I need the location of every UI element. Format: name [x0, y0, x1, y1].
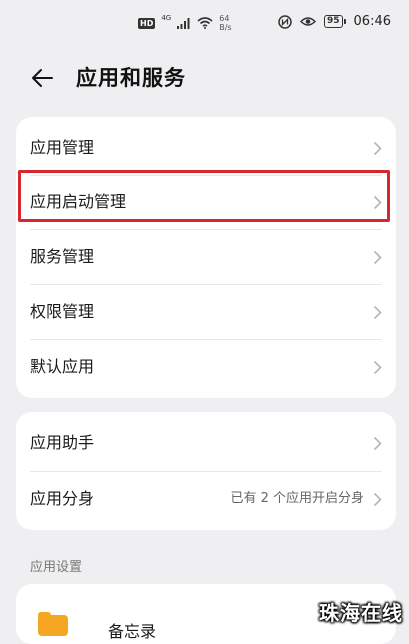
speed-unit: B/s: [219, 23, 232, 32]
chevron-right-icon: [373, 436, 382, 451]
menu-item-label: 应用管理: [30, 138, 95, 157]
menu-item-label: 权限管理: [30, 302, 95, 321]
battery-level: 95: [324, 15, 343, 28]
menu-item-app-assistant[interactable]: 应用助手: [16, 416, 396, 470]
back-arrow-icon[interactable]: [30, 66, 54, 90]
speed-value: 64: [219, 14, 230, 23]
watermark-text: 珠海在线: [319, 601, 403, 625]
menu-item-label: 应用助手: [30, 433, 95, 452]
menu-item-value: 已有 2 个应用开启分身: [230, 491, 364, 506]
wifi-icon: [197, 17, 213, 29]
status-right: 95 06:46: [278, 14, 391, 29]
chevron-right-icon: [373, 360, 382, 375]
chevron-right-icon: [373, 305, 382, 320]
app-list-item-label[interactable]: 备忘录: [108, 618, 156, 642]
menu-item-app-twin[interactable]: 应用分身 已有 2 个应用开启分身: [16, 472, 396, 526]
battery-icon: 95: [324, 15, 346, 28]
menu-item-app-launch-management[interactable]: 应用启动管理: [16, 175, 396, 229]
signal-icon: [177, 17, 190, 29]
notes-app-icon[interactable]: [38, 612, 68, 636]
menu-item-app-management[interactable]: 应用管理: [16, 121, 396, 175]
menu-item-label: 应用分身: [30, 489, 95, 508]
hd-badge: HD: [138, 17, 156, 29]
chevron-right-icon: [373, 141, 382, 156]
page-title: 应用和服务: [76, 66, 186, 90]
settings-group-apps: 应用管理 应用启动管理 服务管理 权限管理 默认应用: [16, 117, 396, 398]
chevron-right-icon: [373, 492, 382, 507]
menu-item-service-management[interactable]: 服务管理: [16, 230, 396, 284]
eye-icon: [300, 17, 316, 26]
menu-item-label: 服务管理: [30, 247, 95, 266]
menu-item-label: 默认应用: [30, 357, 95, 376]
chevron-right-icon: [373, 250, 382, 265]
page-header: 应用和服务: [0, 56, 409, 100]
network-speed: 64 B/s: [219, 14, 231, 32]
menu-item-permission-management[interactable]: 权限管理: [16, 285, 396, 339]
menu-item-default-apps[interactable]: 默认应用: [16, 340, 396, 394]
settings-group-assist: 应用助手 应用分身 已有 2 个应用开启分身: [16, 412, 396, 530]
section-header: 应用设置: [30, 560, 83, 575]
chevron-right-icon: [373, 195, 382, 210]
status-bar: HD 4G 64 B/s 95 06:46: [0, 0, 409, 48]
status-left: HD 4G 64 B/s: [138, 14, 232, 32]
clock: 06:46: [353, 14, 391, 29]
network-type-label: 4G: [161, 14, 172, 22]
menu-item-label: 应用启动管理: [30, 192, 127, 211]
nfc-icon: [278, 14, 292, 29]
